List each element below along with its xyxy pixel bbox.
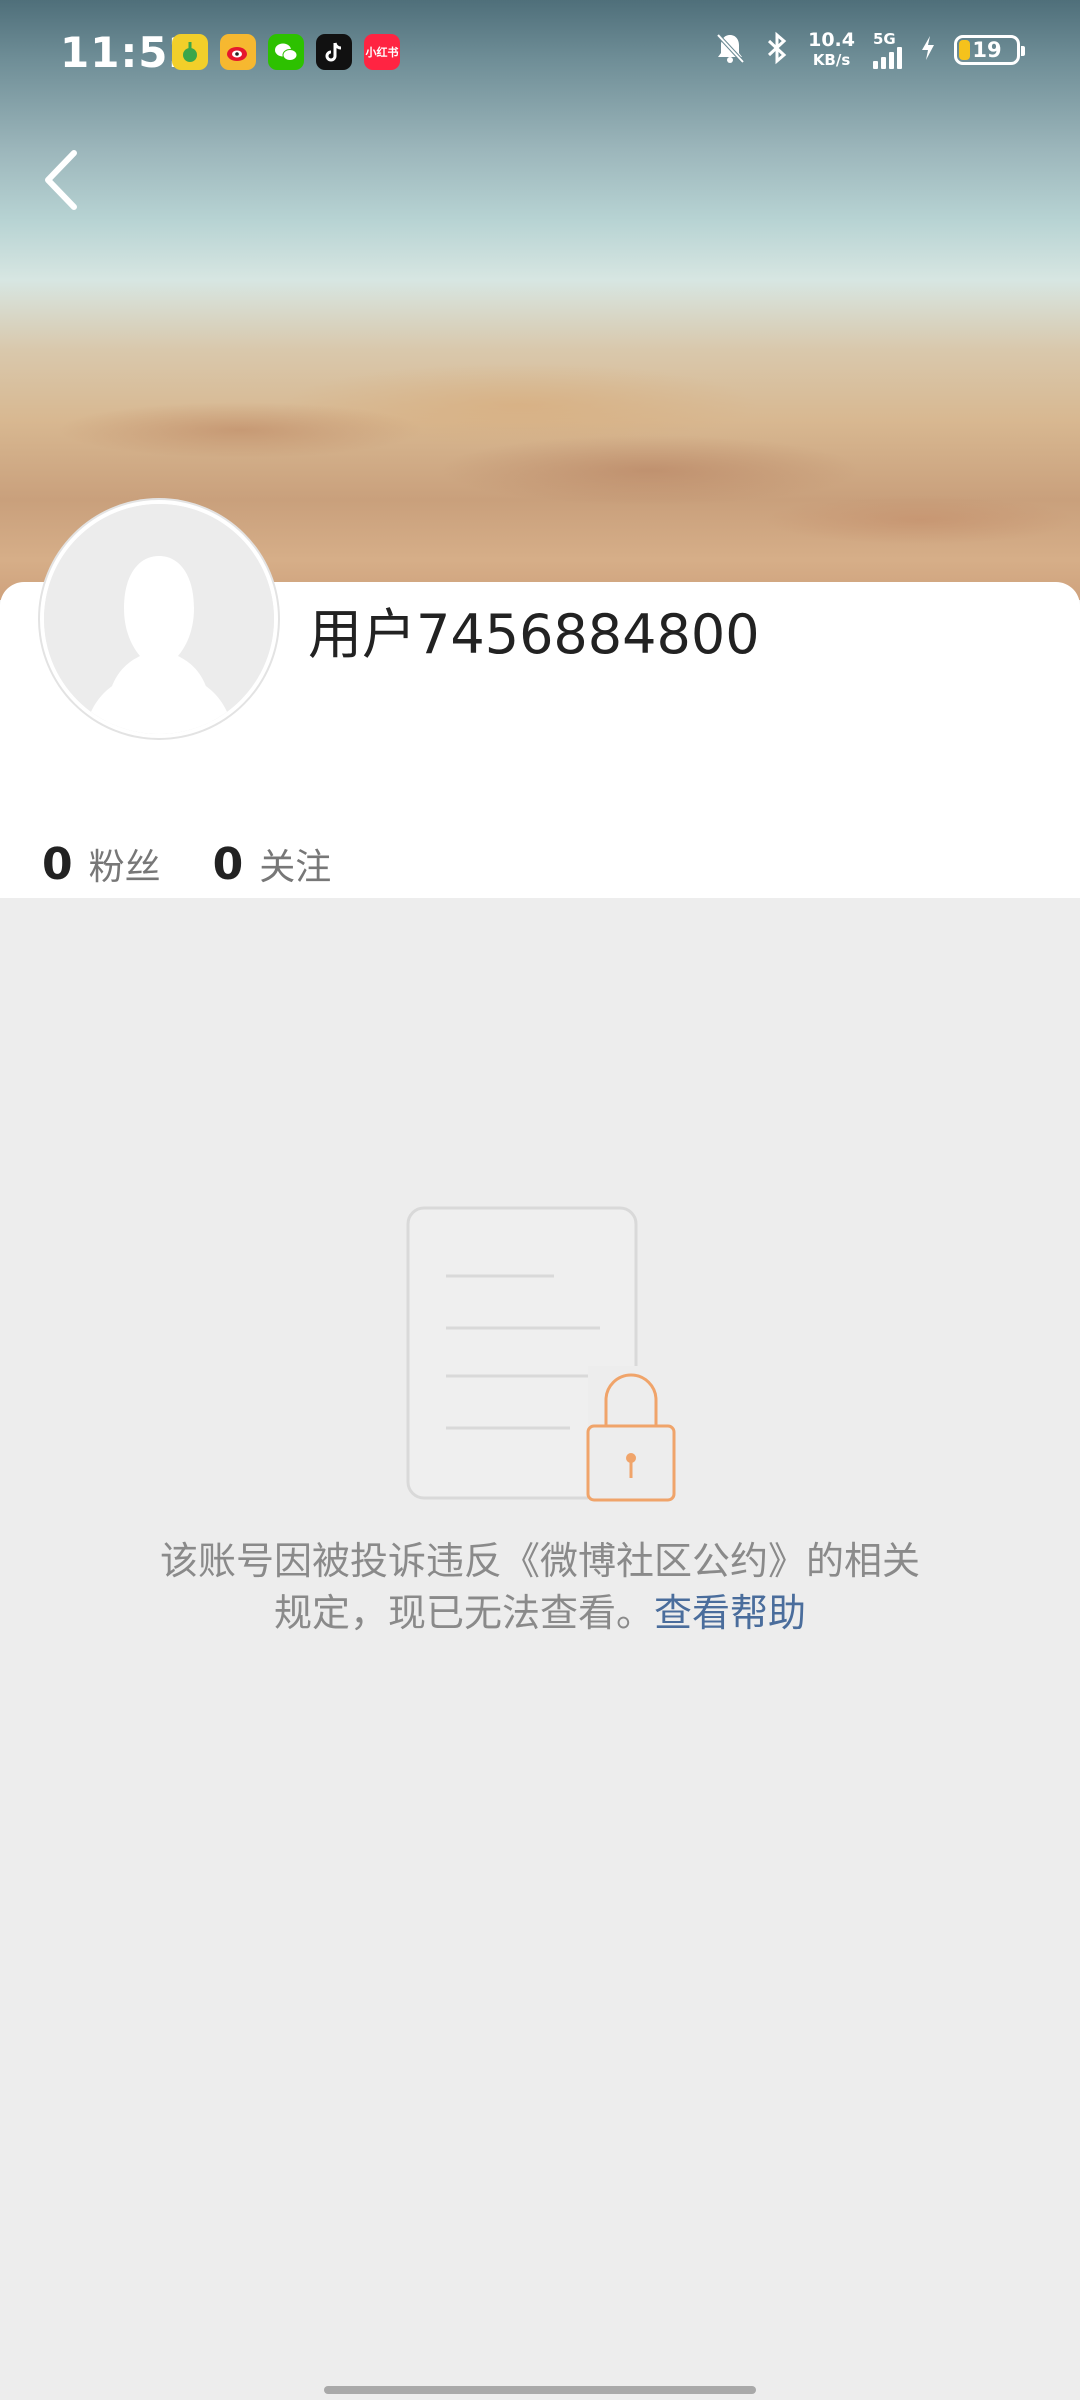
network-type: 5G <box>873 30 896 48</box>
followers-label: 粉丝 <box>88 847 161 888</box>
battery-cap <box>1021 46 1025 56</box>
wechat-icon <box>268 34 304 70</box>
xiaohongshu-icon: 小红书 <box>364 34 400 70</box>
charging-bolt-icon <box>920 34 936 67</box>
account-blocked-message: 该账号因被投诉违反《微博社区公约》的相关 规定，现已无法查看。查看帮助 <box>90 1535 990 1639</box>
following-stat[interactable]: 0 关注 <box>213 838 332 890</box>
default-avatar-icon <box>44 504 274 734</box>
followers-count: 0 <box>42 839 73 890</box>
blocked-message-line2: 规定，现已无法查看。查看帮助 <box>90 1587 990 1639</box>
weibo-icon <box>220 34 256 70</box>
home-indicator[interactable] <box>324 2386 756 2394</box>
battery-indicator: 19 <box>954 35 1025 65</box>
following-label: 关注 <box>259 847 332 888</box>
qq-music-icon <box>172 34 208 70</box>
mute-bell-icon <box>714 31 746 70</box>
chevron-left-icon <box>45 150 77 210</box>
view-help-link[interactable]: 查看帮助 <box>654 1591 806 1635</box>
blocked-message-line1: 该账号因被投诉违反《微博社区公约》的相关 <box>159 1539 920 1583</box>
locked-document-illustration <box>400 1200 690 1510</box>
bluetooth-icon <box>764 31 790 70</box>
net-speed-value: 10.4 <box>808 29 855 51</box>
notification-app-icons: 小红书 <box>172 34 400 70</box>
avatar[interactable] <box>40 500 278 738</box>
following-count: 0 <box>212 839 244 890</box>
battery-fill <box>959 40 970 60</box>
status-indicators: 10.4 KB/s 5G 19 <box>714 30 1025 70</box>
network-speed: 10.4 KB/s <box>808 30 855 70</box>
locked-document-icon <box>406 1206 682 1504</box>
profile-screen: 11:52 小红书 10.4 KB/s 5G 19 用户7456884800 0… <box>0 0 1080 2400</box>
back-button[interactable] <box>30 140 90 220</box>
tiktok-icon <box>316 34 352 70</box>
signal-bars-icon <box>873 47 902 69</box>
username: 用户7456884800 <box>308 603 760 666</box>
net-speed-unit: KB/s <box>812 51 851 69</box>
blocked-message-line2-text: 规定，现已无法查看。 <box>273 1591 654 1635</box>
followers-stat[interactable]: 0 粉丝 <box>42 838 161 890</box>
battery-level: 19 <box>972 38 1002 62</box>
status-bar: 11:52 小红书 10.4 KB/s 5G 19 <box>0 0 1080 110</box>
cellular-signal: 5G <box>873 31 902 69</box>
profile-stats: 0 粉丝 0 关注 <box>42 838 331 890</box>
